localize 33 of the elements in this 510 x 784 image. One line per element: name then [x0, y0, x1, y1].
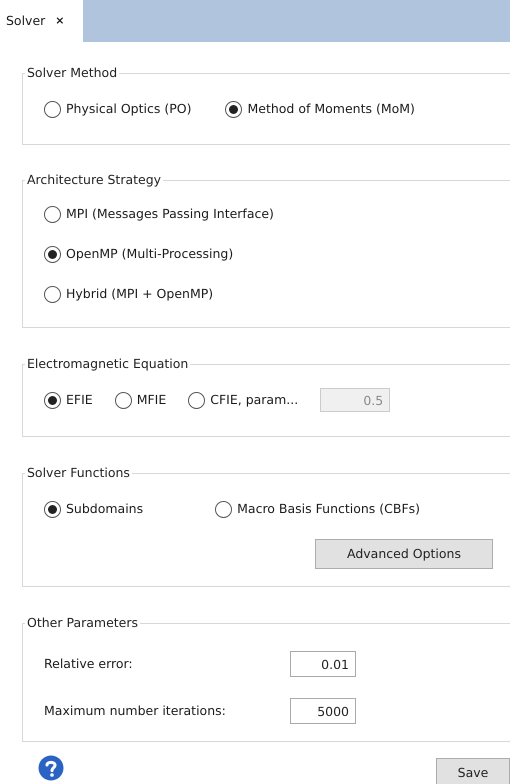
group-title: Architecture Strategy: [26, 172, 162, 188]
advanced-options-button[interactable]: Advanced Options: [315, 539, 493, 569]
radio-button[interactable]: [44, 206, 61, 222]
radio-button[interactable]: [44, 500, 61, 518]
radio-label: Physical Optics (PO): [66, 100, 192, 118]
radio-label: CFIE, param...: [210, 390, 298, 409]
radio-button[interactable]: [44, 392, 61, 408]
radio-button[interactable]: [225, 100, 242, 118]
radio-button[interactable]: [215, 500, 232, 518]
group-title: Solver Functions: [26, 465, 131, 481]
radio-button[interactable]: [114, 392, 132, 408]
radio-button[interactable]: [188, 392, 206, 408]
radio-button[interactable]: [44, 286, 61, 302]
radio-label: MFIE: [136, 390, 166, 409]
group-title: Electromagnetic Equation: [26, 356, 190, 372]
radio-label: MPI (Messages Passing Interface): [66, 204, 274, 223]
radio-button[interactable]: [44, 100, 61, 118]
radio-label: OpenMP (Multi-Processing): [66, 244, 234, 263]
field-label: Relative error:: [44, 654, 134, 673]
radio-label: Method of Moments (MoM): [247, 100, 415, 118]
radio-button[interactable]: [44, 246, 61, 262]
close-icon[interactable]: ×: [55, 12, 65, 30]
help-icon[interactable]: [38, 755, 64, 781]
number-field[interactable]: 0.01: [290, 651, 356, 677]
group-title: Other Parameters: [26, 615, 140, 631]
number-field[interactable]: 5000: [290, 698, 356, 724]
radio-label: Hybrid (MPI + OpenMP): [66, 284, 214, 303]
field-label: Maximum number iterations:: [44, 702, 227, 720]
radio-label: Macro Basis Functions (CBFs): [237, 500, 420, 518]
radio-label: Subdomains: [66, 500, 144, 518]
save-button[interactable]: Save: [436, 758, 510, 784]
radio-label: EFIE: [66, 390, 93, 409]
group-title: Solver Method: [26, 65, 118, 81]
